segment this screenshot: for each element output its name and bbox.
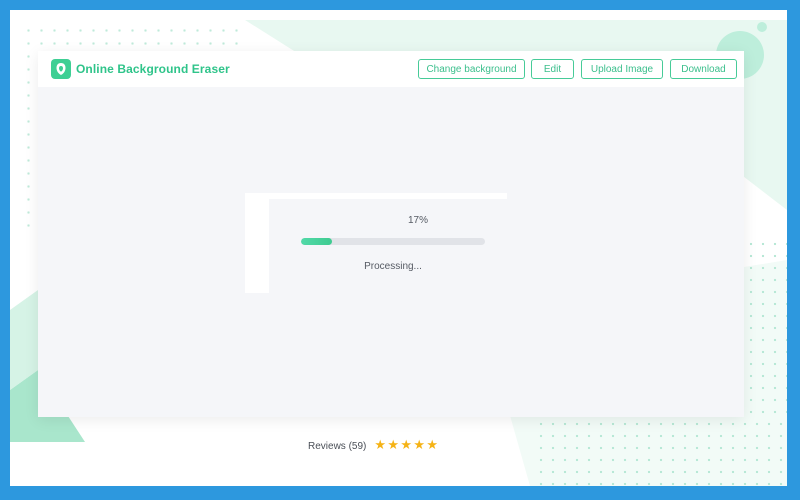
star-icon: ★ xyxy=(413,438,426,453)
shield-leaf-icon xyxy=(56,63,66,75)
dot-pattern-right xyxy=(745,238,787,418)
page-background: Online Background Eraser Change backgrou… xyxy=(10,10,787,486)
app-header: Online Background Eraser Change backgrou… xyxy=(38,51,744,87)
progress-bar xyxy=(301,238,485,245)
progress-bar-fill xyxy=(301,238,333,245)
editor-window: Online Background Eraser Change backgrou… xyxy=(38,51,744,417)
processing-status: Processing... xyxy=(364,261,422,272)
star-icon: ★ xyxy=(374,438,387,453)
reviews-summary: Reviews (59) ★ ★ ★ ★ ★ xyxy=(308,438,439,453)
app-title[interactable]: Online Background Eraser xyxy=(76,62,230,76)
panel-top-edge xyxy=(245,193,507,199)
reviews-label[interactable]: Reviews (59) xyxy=(308,441,366,452)
change-background-button[interactable]: Change background xyxy=(418,59,525,79)
upload-image-button[interactable]: Upload Image xyxy=(581,59,663,79)
star-icon: ★ xyxy=(400,438,413,453)
progress-percent: 17% xyxy=(407,215,428,226)
panel-left-edge xyxy=(245,193,269,293)
rating-stars: ★ ★ ★ ★ ★ xyxy=(374,438,439,453)
edit-button[interactable]: Edit xyxy=(531,59,574,79)
star-icon: ★ xyxy=(387,438,400,453)
download-button[interactable]: Download xyxy=(670,59,737,79)
star-icon: ★ xyxy=(426,438,439,453)
dot-pattern-bottom-right xyxy=(535,418,787,486)
app-logo-icon[interactable] xyxy=(51,59,71,79)
